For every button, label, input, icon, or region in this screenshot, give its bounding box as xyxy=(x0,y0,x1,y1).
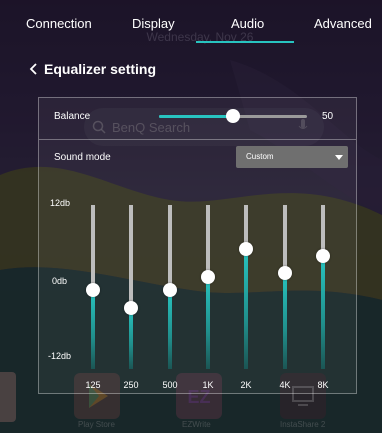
eq-slider-thumb[interactable] xyxy=(201,269,215,284)
eq-frequency-label: 4K xyxy=(279,380,291,390)
eq-slider-fill xyxy=(321,256,325,369)
settings-tab-bar: Connection Display Audio Advanced xyxy=(0,0,382,44)
eq-band-125[interactable] xyxy=(86,205,100,369)
eq-slider-fill xyxy=(168,290,172,369)
tab-display[interactable]: Display xyxy=(132,16,175,31)
eq-slider-thumb[interactable] xyxy=(239,242,253,257)
eq-frequency-label: 2K xyxy=(240,380,252,390)
balance-value: 50 xyxy=(322,111,334,122)
eq-slider-thumb[interactable] xyxy=(316,249,330,264)
sound-mode-label: Sound mode xyxy=(54,152,111,163)
eq-frequency-label: 500 xyxy=(162,380,178,390)
eq-slider-fill xyxy=(244,249,248,369)
eq-slider-fill xyxy=(129,307,133,369)
eq-frequency-label: 125 xyxy=(85,380,101,390)
tab-audio[interactable]: Audio xyxy=(231,16,264,31)
eq-scale-middle-label: 0db xyxy=(52,276,68,286)
balance-slider-fill xyxy=(159,115,233,118)
tab-advanced[interactable]: Advanced xyxy=(314,16,372,31)
eq-frequency-label: 1K xyxy=(202,380,214,390)
eq-band-8k[interactable] xyxy=(316,205,330,369)
eq-scale-bottom-label: -12db xyxy=(48,351,72,361)
page-title: Equalizer setting xyxy=(44,61,157,77)
eq-band-2k[interactable] xyxy=(239,205,253,369)
sound-mode-selected-value: Custom xyxy=(246,152,274,161)
dropdown-caret-icon xyxy=(335,155,343,160)
eq-frequency-label: 8K xyxy=(317,380,329,390)
balance-label: Balance xyxy=(54,111,91,122)
eq-slider-thumb[interactable] xyxy=(163,283,177,298)
eq-band-1k[interactable] xyxy=(201,205,215,369)
eq-scale-top-label: 12db xyxy=(50,198,71,208)
sound-mode-dropdown[interactable]: Custom xyxy=(236,146,348,168)
eq-slider-fill xyxy=(206,276,210,369)
eq-slider-thumb[interactable] xyxy=(124,300,138,315)
screen: Wednesday, Nov 26 BenQ Search Play Store… xyxy=(0,0,382,433)
eq-band-250[interactable] xyxy=(124,205,138,369)
balance-slider-thumb[interactable] xyxy=(226,109,240,123)
panel-divider xyxy=(39,139,356,140)
eq-frequency-label: 250 xyxy=(123,380,139,390)
eq-slider-fill xyxy=(91,290,95,369)
eq-slider-thumb[interactable] xyxy=(86,283,100,298)
tab-connection[interactable]: Connection xyxy=(26,16,92,31)
eq-slider-thumb[interactable] xyxy=(278,266,292,281)
active-tab-indicator xyxy=(196,41,294,43)
eq-band-4k[interactable] xyxy=(278,205,292,369)
chevron-left-icon[interactable] xyxy=(28,62,40,76)
eq-band-500[interactable] xyxy=(163,205,177,369)
eq-slider-fill xyxy=(283,273,287,369)
